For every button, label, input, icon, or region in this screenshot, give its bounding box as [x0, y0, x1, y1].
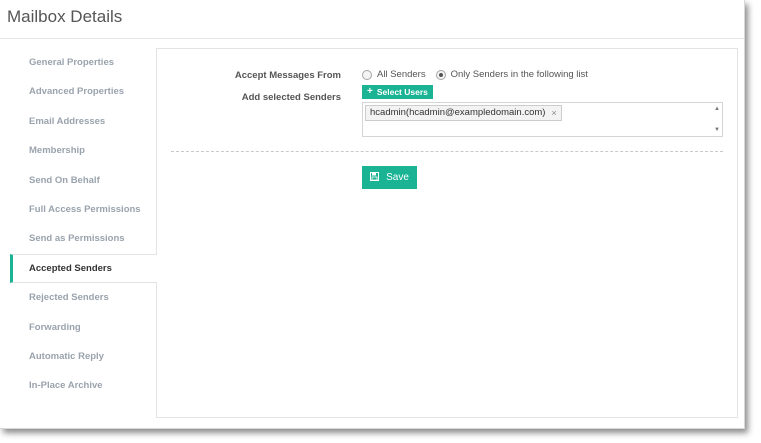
sidebar-item-send-as-permissions[interactable]: Send as Permissions	[10, 224, 156, 253]
select-users-button[interactable]: + Select Users	[362, 85, 433, 99]
sender-tag: hcadmin(hcadmin@exampledomain.com) ×	[365, 105, 562, 121]
scroll-up-icon[interactable]: ▲	[714, 106, 720, 112]
accepted-senders-panel: Accept Messages From All Senders Only Se…	[156, 48, 738, 418]
plus-icon: +	[367, 86, 373, 97]
save-label: Save	[386, 172, 409, 183]
sidebar: General Properties Advanced Properties E…	[10, 48, 157, 401]
scroll-down-icon[interactable]: ▼	[714, 127, 720, 133]
sidebar-item-rejected-senders[interactable]: Rejected Senders	[10, 283, 156, 312]
sidebar-item-membership[interactable]: Membership	[10, 136, 156, 165]
save-button[interactable]: Save	[362, 166, 417, 189]
sidebar-item-forwarding[interactable]: Forwarding	[10, 313, 156, 342]
tag-remove-icon[interactable]: ×	[551, 107, 556, 119]
radio-all-senders-label[interactable]: All Senders	[377, 69, 426, 80]
sidebar-item-email-addresses[interactable]: Email Addresses	[10, 107, 156, 136]
sidebar-item-send-on-behalf[interactable]: Send On Behalf	[10, 166, 156, 195]
select-users-label: Select Users	[376, 87, 428, 97]
dashed-divider	[171, 151, 723, 152]
sidebar-item-in-place-archive[interactable]: In-Place Archive	[10, 371, 156, 400]
page-title: Mailbox Details	[7, 7, 123, 26]
title-divider	[0, 38, 744, 39]
sender-tag-label: hcadmin(hcadmin@exampledomain.com)	[370, 107, 546, 118]
accept-messages-label: Accept Messages From	[234, 70, 341, 81]
sidebar-item-automatic-reply[interactable]: Automatic Reply	[10, 342, 156, 371]
radio-only-senders-list-label[interactable]: Only Senders in the following list	[451, 69, 588, 80]
mailbox-details-window: Mailbox Details General Properties Advan…	[0, 0, 745, 429]
radio-only-senders-list[interactable]	[435, 69, 446, 80]
sidebar-item-accepted-senders[interactable]: Accepted Senders	[10, 253, 157, 284]
sidebar-item-advanced-properties[interactable]: Advanced Properties	[10, 77, 156, 106]
add-senders-label: Add selected Senders	[241, 92, 341, 103]
radio-all-senders[interactable]	[362, 69, 372, 80]
sidebar-item-general-properties[interactable]: General Properties	[10, 48, 156, 77]
accept-options: All Senders Only Senders in the followin…	[362, 69, 598, 80]
sidebar-item-full-access-permissions[interactable]: Full Access Permissions	[10, 195, 156, 224]
floppy-disk-icon	[370, 171, 380, 184]
senders-tag-input[interactable]: hcadmin(hcadmin@exampledomain.com) × ▲ ▼	[362, 102, 723, 137]
